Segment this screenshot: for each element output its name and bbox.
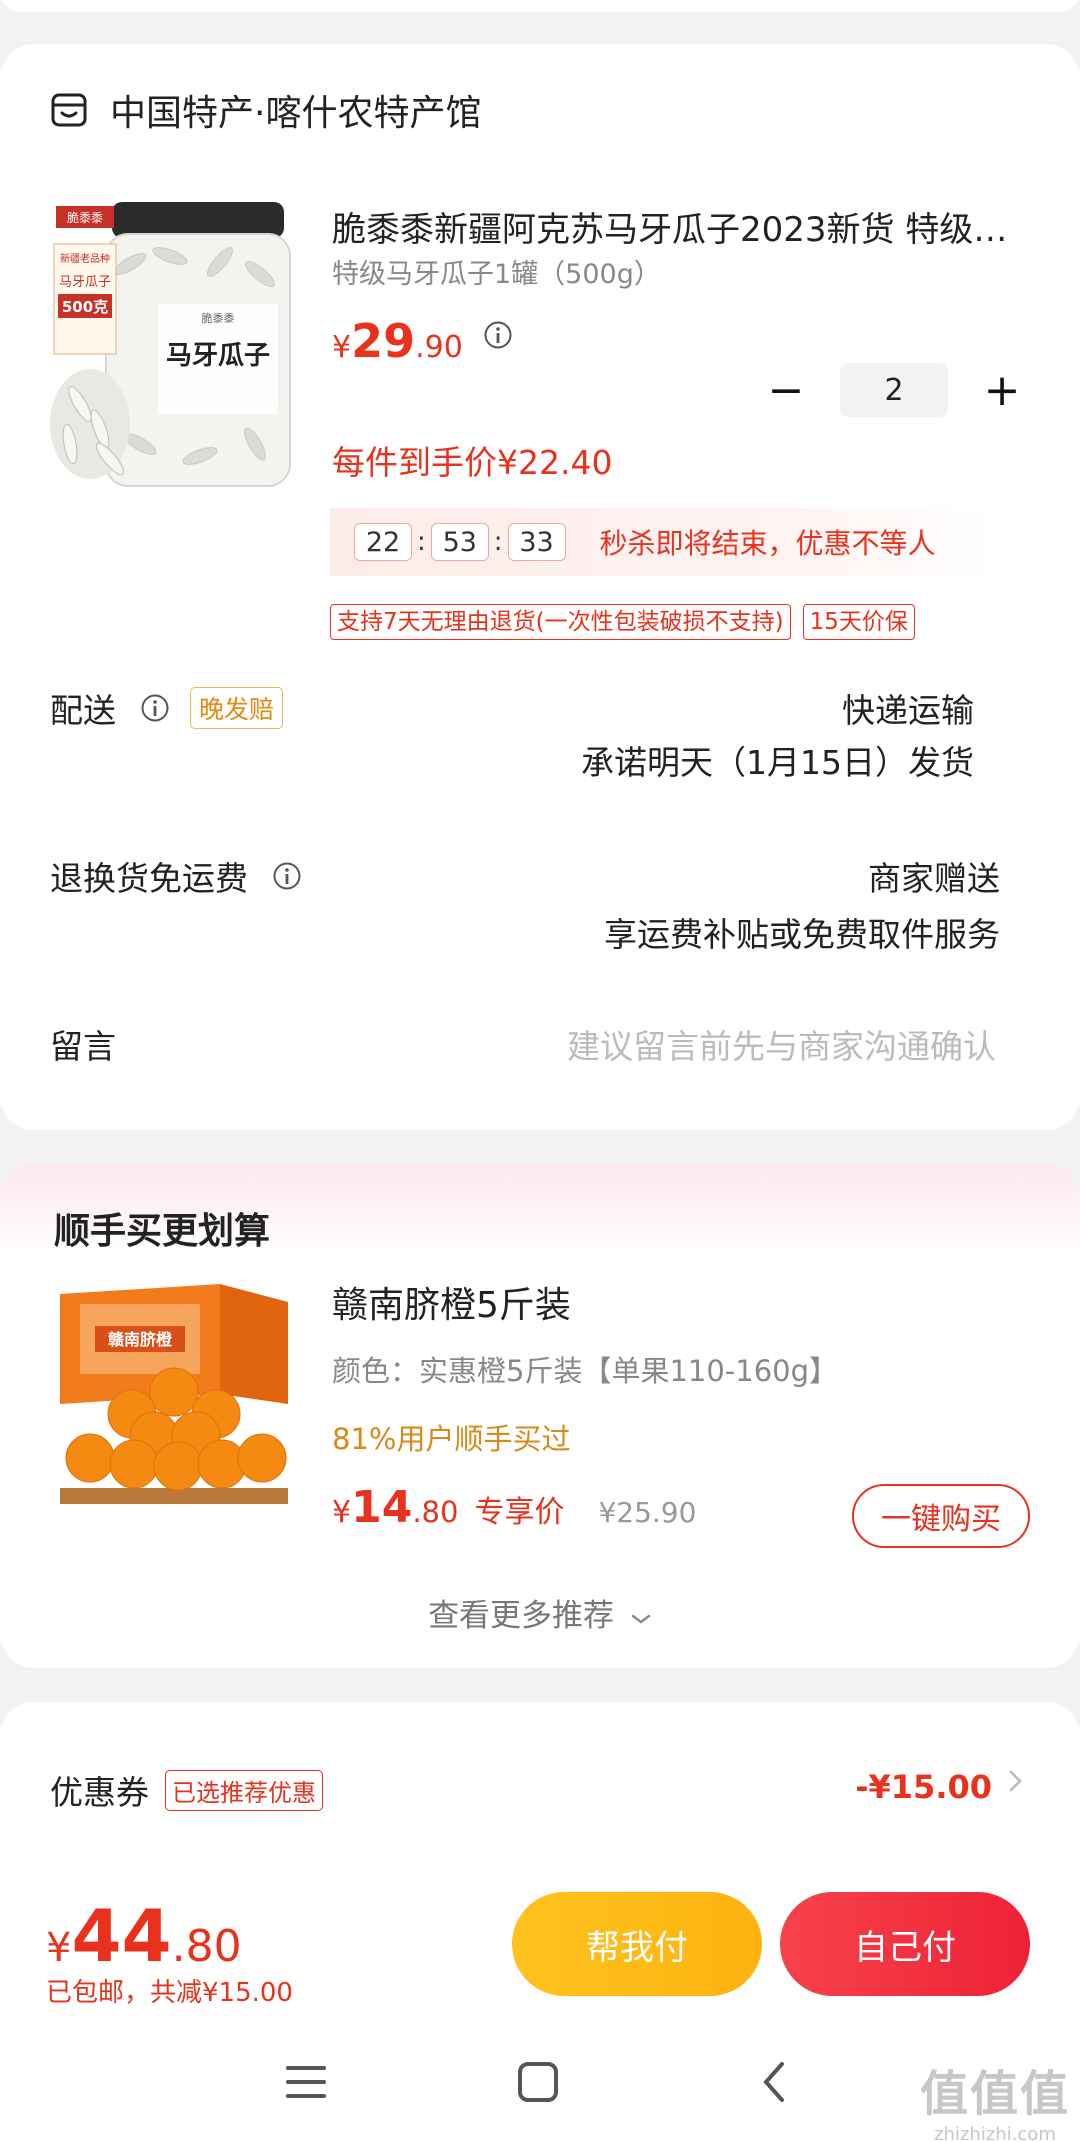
box-label-text: 赣南脐橙 — [108, 1330, 173, 1349]
watermark-logo-text: 值值值 — [919, 2066, 1070, 2122]
jar-big-text: 马牙瓜子 — [166, 341, 270, 371]
recommend-price-decimal: .80 — [412, 1495, 459, 1529]
menu-nav-icon[interactable] — [276, 2052, 336, 2112]
pack-brand-text: 脆黍黍 — [67, 210, 103, 225]
quantity-stepper: − 2 + — [758, 362, 1030, 418]
orange-product-image[interactable]: 赣南脐橙 — [50, 1274, 298, 1520]
coupon-value: -¥15.00 — [855, 1768, 992, 1806]
late-compensation-badge: 晚发赔 — [190, 687, 284, 729]
return-info-icon[interactable] — [272, 861, 302, 891]
price-info-icon[interactable] — [483, 320, 513, 350]
price-decimal: .90 — [415, 330, 463, 365]
product-image[interactable]: 脆黍黍 马牙瓜子 脆黍黍 新疆老品种 马牙瓜子 500克 — [50, 194, 298, 494]
plus-button[interactable]: + — [974, 362, 1030, 418]
service-tags: 支持7天无理由退货(一次性包装破损不支持) 15天价保 — [330, 604, 927, 640]
chevron-down-icon — [631, 1614, 651, 1624]
delivery-label-row: 配送 晚发赔 — [50, 684, 284, 732]
price-protect-tag[interactable]: 15天价保 — [802, 604, 915, 640]
message-label: 留言 — [50, 1027, 116, 1066]
delivery-promise: 承诺明天（1月15日）发货 — [581, 743, 974, 782]
total-discount-text: 已包邮，共减¥15.00 — [46, 1978, 293, 2008]
product-title[interactable]: 脆黍黍新疆阿克苏马牙瓜子2023新货 特级马牙瓜子1罐 — [332, 202, 1012, 251]
one-click-buy-button[interactable]: 一键购买 — [852, 1484, 1030, 1548]
original-price: ¥25.90 — [598, 1496, 697, 1529]
return-freight-label: 退换货免运费 — [50, 859, 248, 898]
total-symbol: ¥ — [46, 1925, 72, 1971]
more-recommend-link[interactable]: 查看更多推荐 — [0, 1590, 1080, 1635]
coupon-selected-badge: 已选推荐优惠 — [165, 1769, 323, 1811]
jar-brand-text: 脆黍黍 — [202, 311, 235, 325]
recommend-product-name[interactable]: 赣南脐橙5斤装 — [332, 1276, 571, 1328]
price-integer: 29 — [351, 314, 416, 368]
pack-tag1: 新疆老品种 — [60, 252, 110, 265]
countdown-hours: 22 — [354, 523, 412, 561]
final-price: 每件到手价¥22.40 — [332, 443, 613, 482]
return-freight-value: 商家赠送 — [868, 859, 1000, 898]
exclusive-price-label: 专享价 — [474, 1495, 565, 1530]
home-nav-icon[interactable] — [508, 2052, 568, 2112]
return-freight-desc: 享运费补贴或免费取件服务 — [604, 915, 1000, 954]
delivery-info-icon[interactable] — [140, 693, 170, 723]
flash-sale-bar: 22 : 53 : 33 秒杀即将结束，优惠不等人 — [330, 508, 990, 576]
total-decimal: .80 — [171, 1921, 242, 1972]
recommend-product-spec[interactable]: 颜色：实惠橙5斤装【单果110-160g】 — [332, 1348, 838, 1390]
recommend-price: ¥ 14 .80 专享价 ¥25.90 — [332, 1482, 696, 1533]
previous-card-edge — [0, 0, 1080, 12]
delivery-method[interactable]: 快递运输 — [842, 684, 974, 732]
delivery-label: 配送 — [50, 691, 116, 730]
coupon-label-row: 优惠券 已选推荐优惠 — [50, 1766, 323, 1814]
recommend-price-integer: 14 — [351, 1482, 413, 1533]
watermark-url: zhizhizhi.com — [934, 2124, 1056, 2142]
price-symbol: ¥ — [332, 330, 352, 365]
return-freight-label-row: 退换货免运费 — [50, 852, 302, 900]
shop-icon — [51, 93, 87, 127]
shop-name: 中国特产·喀什农特产馆 — [110, 93, 482, 134]
product-spec[interactable]: 特级马牙瓜子1罐（500g） — [332, 252, 661, 291]
countdown-colon: : — [493, 527, 503, 557]
watermark: 值值值 zhizhizhi.com — [920, 2054, 1070, 2142]
return-policy-tag[interactable]: 支持7天无理由退货(一次性包装破损不支持) — [330, 604, 791, 640]
pay-myself-button[interactable]: 自己付 — [780, 1892, 1030, 1996]
back-nav-icon[interactable] — [744, 2052, 804, 2112]
quantity-input[interactable]: 2 — [840, 363, 948, 417]
flash-sale-text: 秒杀即将结束，优惠不等人 — [599, 527, 936, 560]
recommend-price-symbol: ¥ — [332, 1495, 352, 1530]
pack-tag2: 马牙瓜子 — [59, 275, 111, 290]
recommend-bought-text: 81%用户顺手买过 — [332, 1422, 571, 1456]
pack-tag3: 500克 — [62, 298, 108, 316]
shop-header[interactable]: 中国特产·喀什农特产馆 — [50, 82, 481, 138]
countdown-colon: : — [417, 527, 426, 557]
help-me-pay-button[interactable]: 帮我付 — [512, 1892, 762, 1996]
more-recommend-label: 查看更多推荐 — [428, 1598, 615, 1634]
message-input[interactable]: 建议留言前先与商家沟通确认 — [567, 1020, 996, 1068]
recommend-title: 顺手买更划算 — [54, 1211, 271, 1252]
checkout-bar: ¥ 44 .80 已包邮，共减¥15.00 帮我付 自己付 值值值 zhizhi… — [0, 1874, 1080, 2142]
minus-button[interactable]: − — [758, 362, 814, 418]
countdown-seconds: 33 — [507, 523, 566, 561]
chevron-right-icon — [1009, 1770, 1022, 1792]
total-integer: 44 — [71, 1894, 172, 1978]
coupon-label: 优惠券 — [50, 1773, 149, 1812]
product-price: ¥ 29 .90 — [332, 314, 513, 368]
recommend-card: 顺手买更划算 赣南脐橙 赣南脐橙5斤装 颜色：实惠橙5斤装【单果110-160g… — [0, 1164, 1080, 1668]
countdown-minutes: 53 — [430, 523, 489, 561]
order-card: 中国特产·喀什农特产馆 脆黍黍 马牙瓜子 脆黍黍 新疆老品种 马牙瓜子 500克 — [0, 44, 1080, 1130]
total-price: ¥ 44 .80 — [46, 1894, 242, 1978]
